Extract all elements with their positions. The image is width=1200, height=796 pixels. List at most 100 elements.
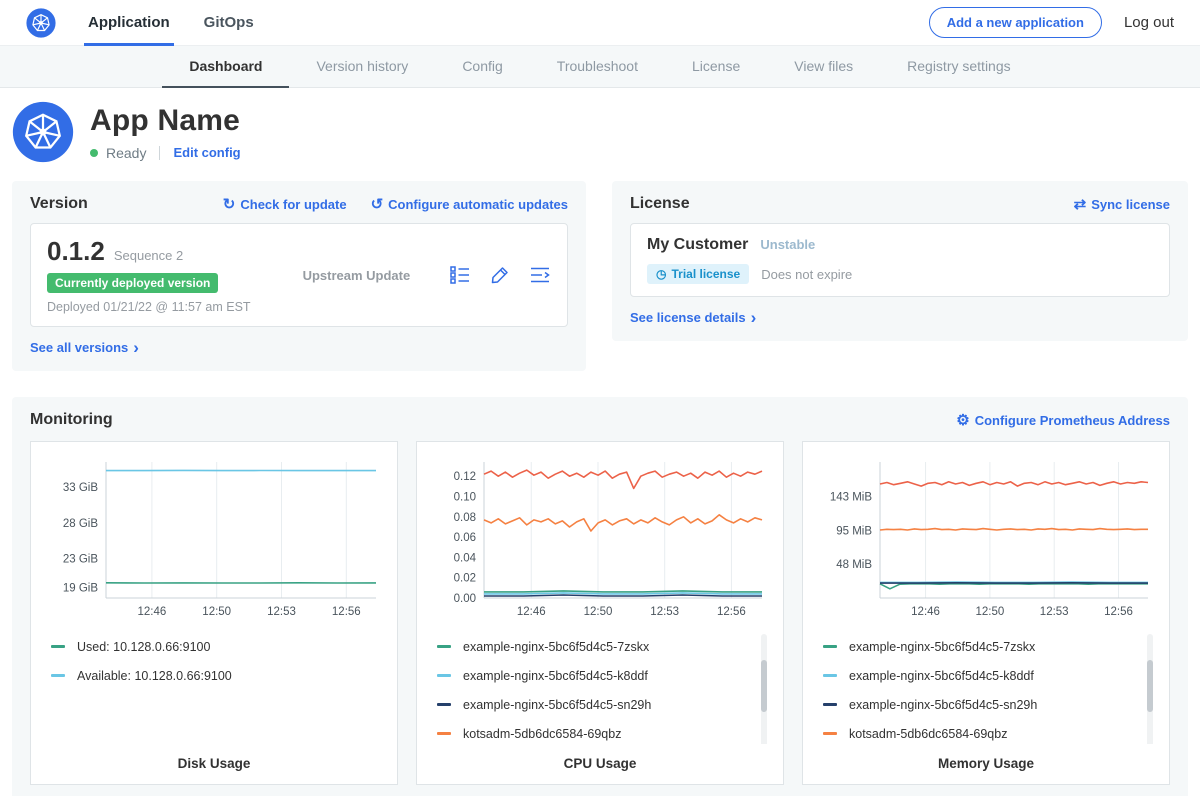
legend-label: Used: 10.128.0.66:9100 xyxy=(77,640,210,654)
legend-label: example-nginx-5bc6f5d4c5-7zskx xyxy=(463,640,649,654)
customer-name: My Customer xyxy=(647,236,748,254)
cpu-usage-panel: 12:4612:5012:5312:560.120.100.080.060.04… xyxy=(416,441,784,785)
legend-scrollbar-thumb[interactable] xyxy=(1147,660,1153,712)
logout-link[interactable]: Log out xyxy=(1124,14,1174,31)
legend-item: kotsadm-5db6dc6584-69qbz xyxy=(437,719,771,744)
legend-label: example-nginx-5bc6f5d4c5-7zskx xyxy=(849,640,1035,654)
legend-swatch xyxy=(51,674,65,677)
license-card: License ⇄ Sync license My Customer Unsta… xyxy=(612,181,1188,341)
svg-text:12:50: 12:50 xyxy=(202,606,231,618)
version-number: 0.1.2 xyxy=(47,236,105,267)
memory-usage-panel: 12:4612:5012:5312:56143 MiB95 MiB48 MiB … xyxy=(802,441,1170,785)
svg-text:0.06: 0.06 xyxy=(454,532,476,544)
check-for-update-label: Check for update xyxy=(240,197,346,212)
chart-legend: example-nginx-5bc6f5d4c5-7zskx example-ng… xyxy=(429,632,771,744)
edit-config-link[interactable]: Edit config xyxy=(173,145,240,160)
see-license-details-link[interactable]: See license details › xyxy=(630,310,756,325)
legend-swatch xyxy=(437,732,451,735)
sync-license-label: Sync license xyxy=(1091,197,1170,212)
status-text: Ready xyxy=(106,145,146,161)
version-sequence: Sequence 2 xyxy=(114,248,183,263)
clock-icon: ◷ xyxy=(656,267,666,281)
subnav-tab-troubleshoot[interactable]: Troubleshoot xyxy=(530,46,665,88)
legend-label: Available: 10.128.0.66:9100 xyxy=(77,669,232,683)
svg-text:0.00: 0.00 xyxy=(454,593,476,605)
legend-label: example-nginx-5bc6f5d4c5-sn29h xyxy=(463,698,651,712)
chevron-right-icon: › xyxy=(133,340,139,355)
svg-text:12:46: 12:46 xyxy=(911,606,940,618)
view-diff-icon[interactable] xyxy=(529,264,551,286)
page-title: App Name xyxy=(90,104,241,138)
kots-admin-console: Application GitOps Add a new application… xyxy=(0,0,1200,796)
svg-text:95 MiB: 95 MiB xyxy=(836,526,872,538)
subnav-tab-config[interactable]: Config xyxy=(435,46,529,88)
subnav-tab-view-files[interactable]: View files xyxy=(767,46,880,88)
cards-row: Version ↻ Check for update ↺ Configure a… xyxy=(0,175,1200,371)
see-all-versions-link[interactable]: See all versions › xyxy=(30,340,139,355)
svg-text:143 MiB: 143 MiB xyxy=(830,492,873,504)
svg-text:23 GiB: 23 GiB xyxy=(63,554,98,566)
sync-license-link[interactable]: ⇄ Sync license xyxy=(1074,197,1170,212)
subnav-tab-dashboard[interactable]: Dashboard xyxy=(162,46,289,88)
legend-scrollbar-thumb[interactable] xyxy=(761,660,767,712)
svg-text:33 GiB: 33 GiB xyxy=(63,482,98,494)
chart-title: Memory Usage xyxy=(803,756,1169,771)
configure-prometheus-link[interactable]: ⚙ Configure Prometheus Address xyxy=(956,413,1170,428)
svg-text:19 GiB: 19 GiB xyxy=(63,582,98,594)
add-application-button[interactable]: Add a new application xyxy=(929,7,1102,38)
license-expiry: Does not expire xyxy=(761,267,852,282)
disk-usage-chart: 12:4612:5012:5312:5633 GiB28 GiB23 GiB19… xyxy=(43,454,385,624)
release-notes-icon[interactable] xyxy=(449,264,471,286)
legend-label: example-nginx-5bc6f5d4c5-k8ddf xyxy=(463,669,648,683)
upstream-update-label: Upstream Update xyxy=(303,268,411,283)
trial-license-label: Trial license xyxy=(671,267,740,281)
edit-config-icon[interactable] xyxy=(489,264,511,286)
see-all-versions-label: See all versions xyxy=(30,340,128,355)
legend-swatch xyxy=(823,732,837,735)
legend-scrollbar[interactable] xyxy=(761,634,767,744)
subnav-tab-license[interactable]: License xyxy=(665,46,767,88)
configure-prometheus-label: Configure Prometheus Address xyxy=(975,413,1170,428)
configure-automatic-updates-label: Configure automatic updates xyxy=(388,197,568,212)
legend-scrollbar[interactable] xyxy=(1147,634,1153,744)
chart-title: CPU Usage xyxy=(417,756,783,771)
tab-application[interactable]: Application xyxy=(88,0,170,46)
app-icon xyxy=(12,101,74,163)
legend-label: example-nginx-5bc6f5d4c5-sn29h xyxy=(849,698,1037,712)
channel-label: Unstable xyxy=(760,237,815,252)
svg-text:0.10: 0.10 xyxy=(454,492,476,504)
legend-item: Available: 10.128.0.66:9100 xyxy=(51,661,385,690)
legend-swatch xyxy=(823,703,837,706)
topnav-actions: Add a new application Log out xyxy=(929,7,1174,38)
version-card: Version ↻ Check for update ↺ Configure a… xyxy=(12,181,586,371)
legend-item: example-nginx-5bc6f5d4c5-7zskx xyxy=(823,632,1157,661)
legend-item: kotsadm-5db6dc6584-69qbz xyxy=(823,719,1157,744)
memory-usage-chart: 12:4612:5012:5312:56143 MiB95 MiB48 MiB xyxy=(815,454,1157,624)
chart-legend: Used: 10.128.0.66:9100 Available: 10.128.… xyxy=(43,632,385,744)
legend-item: example-nginx-5bc6f5d4c5-7zskx xyxy=(437,632,771,661)
check-for-update-link[interactable]: ↻ Check for update xyxy=(223,197,347,212)
legend-item: example-nginx-5bc6f5d4c5-k8ddf xyxy=(437,661,771,690)
kubernetes-logo-icon xyxy=(26,8,56,38)
svg-text:48 MiB: 48 MiB xyxy=(836,559,872,571)
legend-swatch xyxy=(823,674,837,677)
configure-automatic-updates-link[interactable]: ↺ Configure automatic updates xyxy=(371,197,568,212)
see-license-details-label: See license details xyxy=(630,310,746,325)
status-dot xyxy=(90,149,98,157)
subnav-tab-registry-settings[interactable]: Registry settings xyxy=(880,46,1037,88)
deployed-timestamp: Deployed 01/21/22 @ 11:57 am EST xyxy=(47,300,251,314)
license-card-title: License xyxy=(630,195,690,213)
legend-swatch xyxy=(437,703,451,706)
svg-text:12:46: 12:46 xyxy=(138,606,167,618)
svg-text:12:53: 12:53 xyxy=(1040,606,1069,618)
tab-gitops[interactable]: GitOps xyxy=(204,0,254,46)
legend-item: Used: 10.128.0.66:9100 xyxy=(51,632,385,661)
legend-swatch xyxy=(823,645,837,648)
subnav-tab-version-history[interactable]: Version history xyxy=(289,46,435,88)
legend-item: example-nginx-5bc6f5d4c5-sn29h xyxy=(823,690,1157,719)
monitoring-card: Monitoring ⚙ Configure Prometheus Addres… xyxy=(12,397,1188,796)
legend-item: example-nginx-5bc6f5d4c5-sn29h xyxy=(437,690,771,719)
chevron-right-icon: › xyxy=(751,310,757,325)
cpu-usage-chart: 12:4612:5012:5312:560.120.100.080.060.04… xyxy=(429,454,771,624)
svg-text:0.02: 0.02 xyxy=(454,573,476,585)
